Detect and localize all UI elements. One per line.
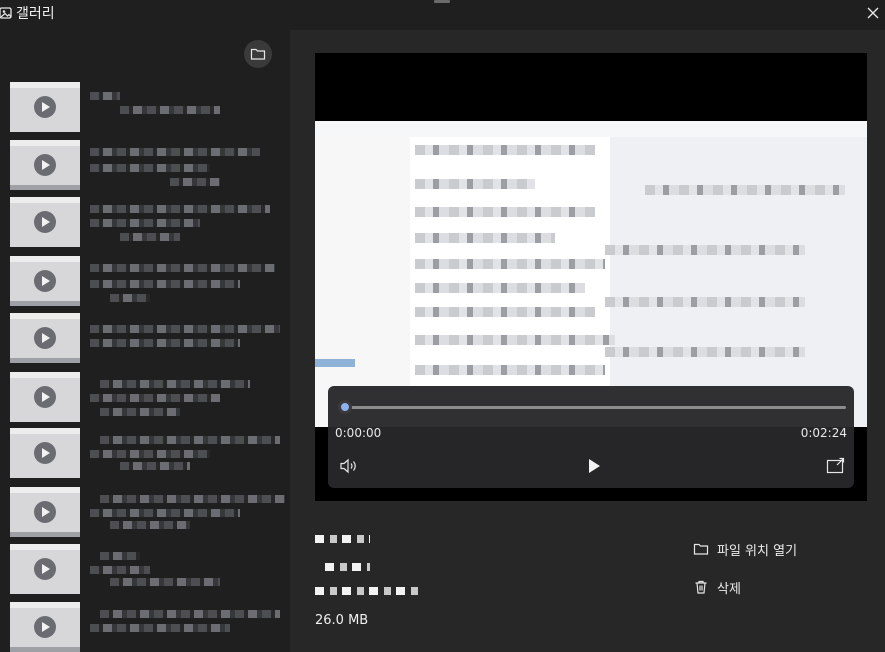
- list-item[interactable]: [10, 197, 280, 249]
- list-item[interactable]: [10, 82, 280, 134]
- redacted-title: [90, 432, 280, 476]
- list-item[interactable]: [10, 602, 280, 652]
- gallery-window: 갤러리 0:00:00 0:02:24 26.0 MB 파일 위치 열기 삭제: [0, 0, 885, 652]
- list-item[interactable]: [10, 428, 280, 480]
- file-size: 26.0 MB: [315, 613, 369, 628]
- pop-out-icon[interactable]: [826, 457, 846, 475]
- list-item[interactable]: [10, 256, 280, 308]
- drag-handle[interactable]: [434, 0, 450, 3]
- video-thumbnail: [10, 487, 80, 537]
- redacted-title: [90, 201, 280, 245]
- video-thumbnail: [10, 428, 80, 478]
- redacted-title: [90, 606, 280, 650]
- video-thumbnail: [10, 602, 80, 652]
- duration: 0:02:24: [800, 426, 847, 440]
- list-item[interactable]: [10, 487, 285, 539]
- redacted-title: [90, 491, 285, 535]
- redacted-title: [90, 86, 280, 130]
- gallery-app-icon: [0, 7, 12, 19]
- list-item[interactable]: [10, 140, 280, 192]
- redacted-title: [90, 376, 280, 420]
- seek-bar[interactable]: [344, 406, 846, 409]
- volume-icon[interactable]: [339, 458, 359, 474]
- redacted-file-name: [315, 535, 435, 605]
- seek-handle[interactable]: [338, 400, 352, 414]
- folder-icon: [693, 543, 709, 555]
- video-thumbnail: [10, 372, 80, 422]
- window-title: 갤러리: [16, 6, 55, 22]
- list-item[interactable]: [10, 544, 280, 596]
- list-item[interactable]: [10, 372, 280, 424]
- capture-list-sidebar: [0, 30, 290, 652]
- video-thumbnail: [10, 140, 80, 190]
- redacted-title: [90, 260, 280, 304]
- redacted-title: [90, 548, 280, 592]
- list-item[interactable]: [10, 313, 280, 365]
- video-thumbnail: [10, 544, 80, 594]
- video-thumbnail: [10, 256, 80, 306]
- folder-icon: [250, 48, 266, 60]
- preview-panel: 0:00:00 0:02:24 26.0 MB 파일 위치 열기 삭제: [290, 30, 885, 652]
- current-time: 0:00:00: [335, 426, 382, 440]
- video-thumbnail: [10, 197, 80, 247]
- delete-label: 삭제: [717, 581, 741, 597]
- open-file-location-button[interactable]: 파일 위치 열기: [693, 539, 797, 559]
- close-icon[interactable]: [864, 4, 882, 22]
- redacted-title: [90, 144, 280, 188]
- player-controls: 0:00:00 0:02:24: [328, 386, 854, 488]
- video-player[interactable]: 0:00:00 0:02:24: [315, 53, 867, 501]
- video-frame: [315, 121, 867, 427]
- video-thumbnail: [10, 313, 80, 363]
- open-folder-button[interactable]: [244, 40, 272, 68]
- open-file-location-label: 파일 위치 열기: [717, 543, 798, 559]
- redacted-title: [90, 317, 280, 361]
- video-thumbnail: [10, 82, 80, 132]
- title-bar: 갤러리: [0, 0, 885, 30]
- capture-list: [0, 30, 290, 652]
- play-icon[interactable]: [585, 457, 603, 475]
- trash-icon: [695, 580, 707, 594]
- delete-button[interactable]: 삭제: [693, 577, 741, 597]
